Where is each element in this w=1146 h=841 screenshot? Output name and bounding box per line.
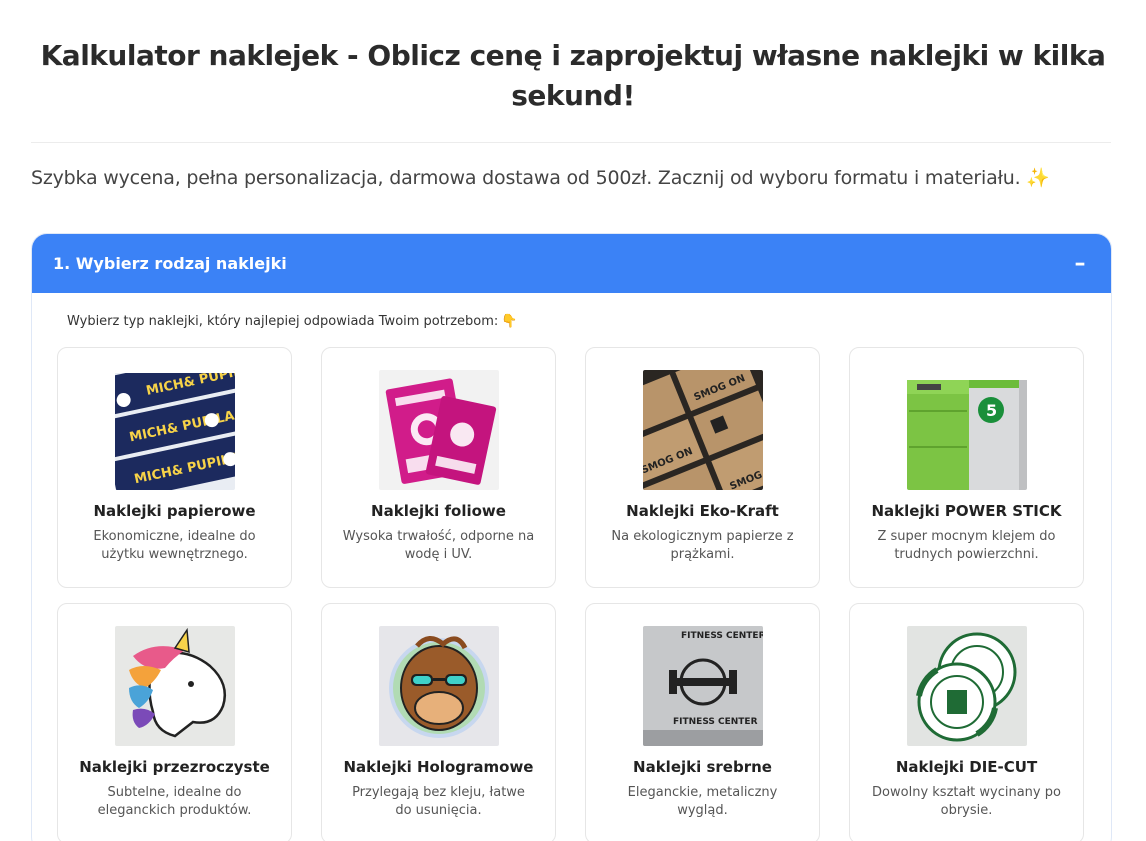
card-title: Naklejki przezroczyste: [79, 758, 270, 776]
pointing-down-icon: 👇: [501, 314, 518, 329]
svg-text:FITNESS CENTER: FITNESS CENTER: [681, 631, 763, 641]
silver-stickers-image: FITNESS CENTER FITNESS CENTER: [643, 626, 763, 746]
sparkle-icon: ✨: [1026, 167, 1050, 189]
card-description: Przylegają bez kleju, łatwe do usunięcia…: [352, 785, 525, 818]
sticker-card-paper[interactable]: MICH& PUPILA MICH& PUPILA MICH& PUPILA N…: [57, 347, 292, 588]
card-description: Na ekologicznym papierze z prążkami.: [611, 529, 794, 562]
section-header[interactable]: 1. Wybierz rodzaj naklejki –: [32, 234, 1111, 293]
card-title: Naklejki foliowe: [371, 502, 506, 520]
title-divider: [31, 142, 1111, 143]
kraft-stickers-image: SMOG ON SMOG ON SMOG ON: [643, 370, 763, 490]
card-title: Naklejki DIE-CUT: [895, 758, 1038, 776]
card-title: Naklejki papierowe: [93, 502, 256, 520]
power-stick-image: 5: [907, 370, 1027, 490]
foil-stickers-image: [379, 370, 499, 490]
subtitle-text: Szybka wycena, pełna personalizacja, dar…: [31, 167, 1021, 189]
page-subtitle: Szybka wycena, pełna personalizacja, dar…: [31, 166, 1121, 189]
paper-stickers-image: MICH& PUPILA MICH& PUPILA MICH& PUPILA: [115, 370, 235, 490]
die-cut-stickers-image: [907, 626, 1027, 746]
sticker-card-transparent[interactable]: Naklejki przezroczyste Subtelne, idealne…: [57, 603, 292, 841]
card-description: Z super mocnym klejem do trudnych powier…: [877, 529, 1056, 562]
instruction-text: Wybierz typ naklejki, który najlepiej od…: [67, 314, 499, 329]
section-instruction: Wybierz typ naklejki, który najlepiej od…: [67, 314, 517, 329]
svg-text:FITNESS CENTER: FITNESS CENTER: [673, 717, 758, 727]
sticker-card-silver[interactable]: FITNESS CENTER FITNESS CENTER Naklejki s…: [585, 603, 820, 841]
card-description: Wysoka trwałość, odporne na wodę i UV.: [342, 529, 535, 562]
card-description: Ekonomiczne, idealne do użytku wewnętrzn…: [93, 529, 256, 562]
card-description: Dowolny kształt wycinany po obrysie.: [872, 785, 1061, 818]
page-title: Kalkulator naklejek - Oblicz cenę i zapr…: [40, 39, 1106, 112]
card-title: Naklejki Eko-Kraft: [626, 502, 779, 520]
card-title: Naklejki POWER STICK: [871, 502, 1062, 520]
collapse-icon[interactable]: –: [1071, 252, 1089, 275]
svg-text:5: 5: [986, 401, 997, 420]
card-description: Eleganckie, metaliczny wygląd.: [627, 785, 778, 818]
sticker-card-holographic[interactable]: Naklejki Hologramowe Przylegają bez klej…: [321, 603, 556, 841]
sticker-card-foil[interactable]: Naklejki foliowe Wysoka trwałość, odporn…: [321, 347, 556, 588]
transparent-stickers-image: [115, 626, 235, 746]
sticker-card-die-cut[interactable]: Naklejki DIE-CUT Dowolny kształt wycinan…: [849, 603, 1084, 841]
sticker-type-section: 1. Wybierz rodzaj naklejki – Wybierz typ…: [31, 233, 1112, 841]
card-description: Subtelne, idealne do eleganckich produkt…: [97, 785, 252, 818]
sticker-card-eco-kraft[interactable]: SMOG ON SMOG ON SMOG ON Naklejki Eko-Kra…: [585, 347, 820, 588]
sticker-card-power-stick[interactable]: 5 Naklejki POWER STICK Z super mocnym kl…: [849, 347, 1084, 588]
card-title: Naklejki srebrne: [633, 758, 772, 776]
section-title: 1. Wybierz rodzaj naklejki: [53, 254, 287, 273]
holographic-stickers-image: [379, 626, 499, 746]
card-title: Naklejki Hologramowe: [343, 758, 534, 776]
